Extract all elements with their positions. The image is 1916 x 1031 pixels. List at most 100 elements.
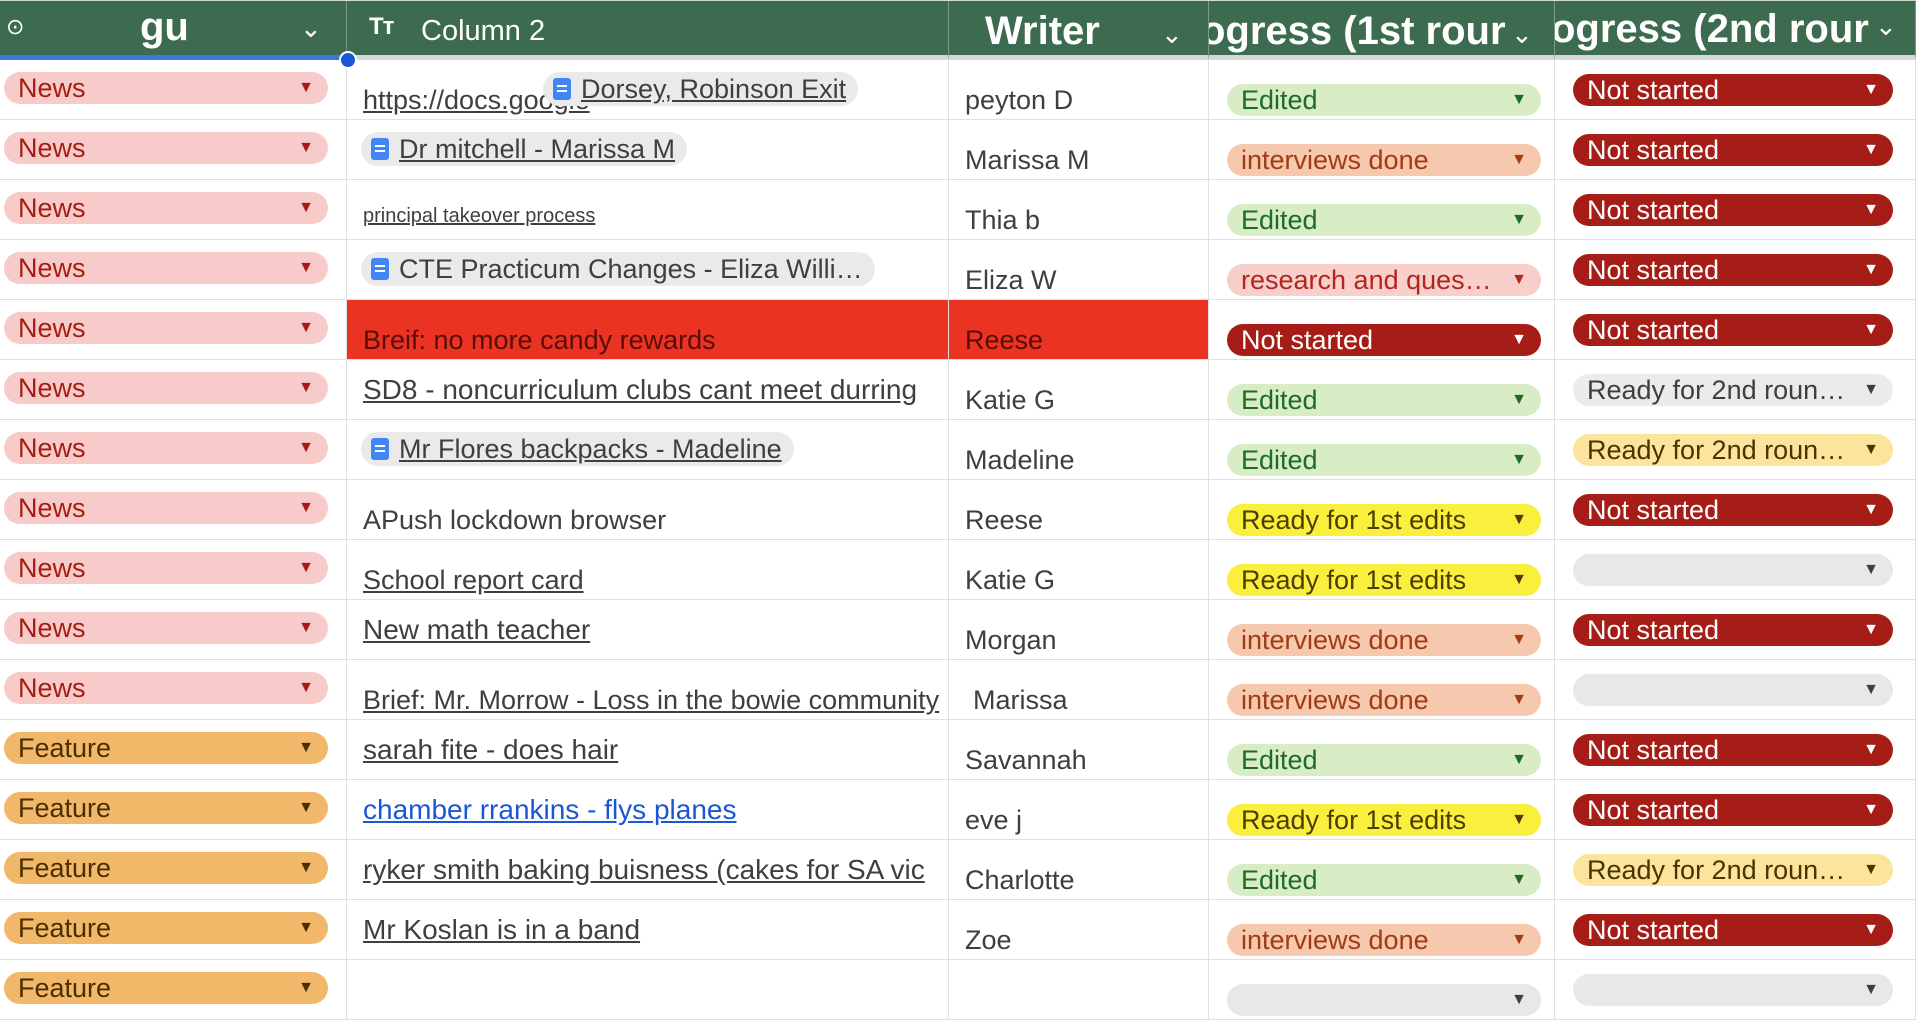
category-chip[interactable]: News ▼ bbox=[4, 132, 328, 164]
dropdown-arrow-icon[interactable]: ▼ bbox=[1863, 74, 1879, 106]
story-link[interactable]: ryker smith baking buisness (cakes for S… bbox=[363, 854, 925, 886]
dropdown-arrow-icon[interactable]: ▼ bbox=[1511, 144, 1527, 176]
status-chip[interactable]: Edited ▼ bbox=[1227, 84, 1541, 116]
progress-1st-cell[interactable]: Edited ▼ bbox=[1209, 840, 1555, 900]
dropdown-arrow-icon[interactable]: ▼ bbox=[1511, 564, 1527, 596]
progress-2nd-cell[interactable]: Not started ▼ bbox=[1555, 900, 1916, 960]
dropdown-arrow-icon[interactable]: ▼ bbox=[1511, 804, 1527, 836]
status-chip[interactable]: Not started ▼ bbox=[1573, 254, 1893, 286]
progress-1st-cell[interactable]: Edited ▼ bbox=[1209, 180, 1555, 240]
dropdown-arrow-icon[interactable]: ▼ bbox=[1511, 384, 1527, 416]
progress-1st-cell[interactable]: interviews done ▼ bbox=[1209, 120, 1555, 180]
dropdown-arrow-icon[interactable]: ▼ bbox=[298, 192, 314, 224]
status-chip[interactable]: Ready for 2nd round ... ▼ bbox=[1573, 374, 1893, 406]
category-chip[interactable]: Feature ▼ bbox=[4, 792, 328, 824]
dropdown-arrow-icon[interactable]: ▼ bbox=[1863, 614, 1879, 646]
status-chip[interactable]: interviews done ▼ bbox=[1227, 624, 1541, 656]
progress-2nd-cell[interactable]: Not started ▼ bbox=[1555, 720, 1916, 780]
progress-2nd-cell[interactable]: ▼ bbox=[1555, 960, 1916, 1020]
dropdown-arrow-icon[interactable]: ▼ bbox=[1863, 254, 1879, 286]
category-chip[interactable]: News ▼ bbox=[4, 192, 328, 224]
status-chip[interactable]: Not started ▼ bbox=[1573, 314, 1893, 346]
title-cell[interactable]: School report card bbox=[347, 540, 949, 600]
writer-cell[interactable]: Reese bbox=[949, 480, 1209, 540]
dropdown-arrow-icon[interactable]: ▼ bbox=[1511, 984, 1527, 1016]
category-chip[interactable]: News ▼ bbox=[4, 672, 328, 704]
dropdown-arrow-icon[interactable]: ▼ bbox=[1511, 684, 1527, 716]
smart-chip-doc[interactable]: Dr mitchell - Marissa M bbox=[361, 132, 688, 166]
category-cell[interactable]: News ▼ bbox=[0, 660, 347, 720]
title-cell[interactable]: principal takeover process bbox=[347, 180, 949, 240]
dropdown-arrow-icon[interactable]: ▼ bbox=[298, 732, 314, 764]
writer-cell[interactable]: Madeline bbox=[949, 420, 1209, 480]
progress-2nd-cell[interactable]: Not started ▼ bbox=[1555, 300, 1916, 360]
dropdown-arrow-icon[interactable]: ▼ bbox=[1863, 134, 1879, 166]
title-cell[interactable]: ryker smith baking buisness (cakes for S… bbox=[347, 840, 949, 900]
status-chip[interactable]: Not started ▼ bbox=[1573, 734, 1893, 766]
status-chip[interactable]: Edited ▼ bbox=[1227, 384, 1541, 416]
category-cell[interactable]: News ▼ bbox=[0, 360, 347, 420]
writer-cell[interactable]: Zoe bbox=[949, 900, 1209, 960]
dropdown-arrow-icon[interactable]: ▼ bbox=[1511, 324, 1527, 356]
dropdown-arrow-icon[interactable]: ▼ bbox=[1863, 194, 1879, 226]
dropdown-arrow-icon[interactable]: ▼ bbox=[298, 852, 314, 884]
progress-2nd-cell[interactable]: Not started ▼ bbox=[1555, 240, 1916, 300]
story-link[interactable]: School report card bbox=[363, 564, 584, 596]
smart-chip-doc[interactable]: CTE Practicum Changes - Eliza Willi… bbox=[361, 252, 875, 286]
writer-cell[interactable] bbox=[949, 960, 1209, 1020]
category-cell[interactable]: Feature ▼ bbox=[0, 960, 347, 1020]
progress-2nd-cell[interactable]: Not started ▼ bbox=[1555, 180, 1916, 240]
writer-cell[interactable]: eve j bbox=[949, 780, 1209, 840]
chevron-down-icon[interactable]: ⌄ bbox=[1875, 13, 1897, 39]
category-chip[interactable]: News ▼ bbox=[4, 372, 328, 404]
story-link[interactable]: chamber rrankins - flys planes bbox=[363, 794, 736, 826]
category-chip[interactable]: News ▼ bbox=[4, 492, 328, 524]
progress-1st-cell[interactable]: Ready for 1st edits ▼ bbox=[1209, 540, 1555, 600]
status-chip[interactable]: Not started ▼ bbox=[1573, 794, 1893, 826]
dropdown-arrow-icon[interactable]: ▼ bbox=[1863, 674, 1879, 706]
story-link[interactable]: principal takeover process bbox=[363, 200, 595, 232]
title-cell[interactable]: Breif: no more candy rewards bbox=[347, 300, 949, 360]
progress-1st-cell[interactable]: Not started ▼ bbox=[1209, 300, 1555, 360]
status-chip[interactable]: Not started ▼ bbox=[1573, 194, 1893, 226]
title-cell[interactable]: Brief: Mr. Morrow - Loss in the bowie co… bbox=[347, 660, 949, 720]
status-chip[interactable]: Edited ▼ bbox=[1227, 444, 1541, 476]
title-cell[interactable]: https://docs.google Dorsey, Robinson Exit bbox=[347, 60, 949, 120]
status-chip[interactable]: interviews done ▼ bbox=[1227, 684, 1541, 716]
status-chip[interactable]: ▼ bbox=[1573, 974, 1893, 1006]
status-chip[interactable]: research and ques… ▼ bbox=[1227, 264, 1541, 296]
story-link[interactable]: APush lockdown browser bbox=[363, 504, 666, 536]
column-header-column-2[interactable]: Tт Column 2 ⌄ bbox=[347, 1, 949, 60]
column-header-writer[interactable]: Writer ⌄ bbox=[949, 1, 1209, 60]
dropdown-arrow-icon[interactable]: ▼ bbox=[298, 252, 314, 284]
category-cell[interactable]: Feature ▼ bbox=[0, 780, 347, 840]
dropdown-arrow-icon[interactable]: ▼ bbox=[1863, 734, 1879, 766]
story-link[interactable]: Brief: Mr. Morrow - Loss in the bowie co… bbox=[363, 684, 939, 716]
dropdown-arrow-icon[interactable]: ▼ bbox=[298, 132, 314, 164]
writer-cell[interactable]: Katie G bbox=[949, 360, 1209, 420]
dropdown-arrow-icon[interactable]: ▼ bbox=[298, 792, 314, 824]
title-cell[interactable]: Mr Koslan is in a band bbox=[347, 900, 949, 960]
category-chip[interactable]: Feature ▼ bbox=[4, 912, 328, 944]
dropdown-arrow-icon[interactable]: ▼ bbox=[1863, 854, 1879, 886]
category-cell[interactable]: News ▼ bbox=[0, 540, 347, 600]
writer-cell[interactable]: peyton D bbox=[949, 60, 1209, 120]
progress-2nd-cell[interactable]: Not started ▼ bbox=[1555, 600, 1916, 660]
dropdown-arrow-icon[interactable]: ▼ bbox=[298, 312, 314, 344]
writer-cell[interactable]: Morgan bbox=[949, 600, 1209, 660]
category-chip[interactable]: Feature ▼ bbox=[4, 732, 328, 764]
progress-2nd-cell[interactable]: ▼ bbox=[1555, 540, 1916, 600]
chip-filter-icon[interactable]: ⊙ bbox=[6, 14, 24, 40]
dropdown-arrow-icon[interactable]: ▼ bbox=[1511, 204, 1527, 236]
smart-chip-doc[interactable]: Mr Flores backpacks - Madeline bbox=[361, 432, 794, 466]
progress-1st-cell[interactable]: Edited ▼ bbox=[1209, 360, 1555, 420]
writer-cell[interactable]: Katie G bbox=[949, 540, 1209, 600]
dropdown-arrow-icon[interactable]: ▼ bbox=[1511, 744, 1527, 776]
status-chip[interactable]: Edited ▼ bbox=[1227, 204, 1541, 236]
status-chip[interactable]: Not started ▼ bbox=[1573, 134, 1893, 166]
category-chip[interactable]: News ▼ bbox=[4, 312, 328, 344]
dropdown-arrow-icon[interactable]: ▼ bbox=[298, 972, 314, 1004]
writer-cell[interactable]: Thia b bbox=[949, 180, 1209, 240]
selection-handle[interactable] bbox=[339, 51, 357, 69]
column-header-gu[interactable]: ⊙ gu ⌄ bbox=[0, 1, 347, 60]
